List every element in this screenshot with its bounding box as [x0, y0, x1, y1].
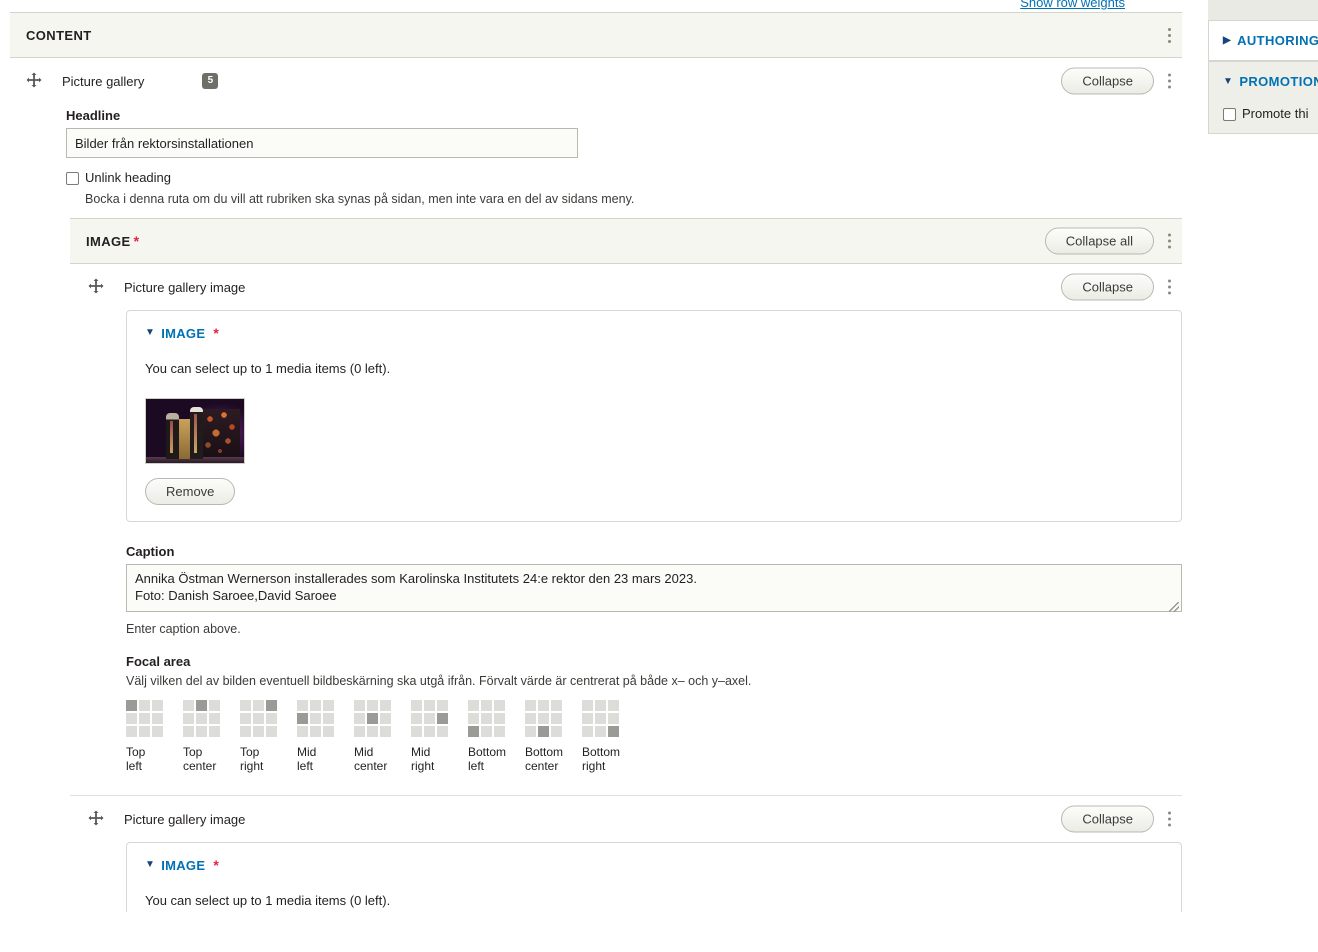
- drag-handle-icon[interactable]: [26, 72, 44, 90]
- focal-option-grid-icon: [468, 700, 508, 737]
- sidebar-top-spacer: [1208, 0, 1318, 20]
- gallery-item-1-label: Picture gallery image: [124, 279, 246, 295]
- sidebar-panel-promotion[interactable]: ▼ PROMOTION Promote thi: [1208, 61, 1318, 134]
- item-2-image-required-marker: *: [213, 857, 220, 873]
- item-1-caption-label: Caption: [126, 544, 175, 559]
- item-1-caption-group: Caption Enter caption above.: [126, 544, 1182, 636]
- focal-option-label: Bottom center: [525, 745, 564, 773]
- gallery-item-2-kebab-icon[interactable]: [1160, 806, 1178, 832]
- unlink-heading-label: Unlink heading: [85, 170, 172, 185]
- focal-area-label: Focal area: [126, 654, 191, 669]
- focal-area-description: Välj vilken del av bilden eventuell bild…: [126, 674, 752, 688]
- collapse-all-button[interactable]: Collapse all: [1044, 227, 1154, 255]
- image-section-title: IMAGE: [86, 233, 131, 249]
- sidebar-authoring-title-row[interactable]: ▶ AUTHORING: [1223, 33, 1318, 48]
- focal-option-label: Mid center: [354, 745, 388, 773]
- sidebar-panel-authoring[interactable]: ▶ AUTHORING: [1208, 20, 1318, 61]
- focal-option-label: Top center: [183, 745, 217, 773]
- sidebar-authoring-title: AUTHORING: [1237, 33, 1318, 48]
- item-2-image-legend[interactable]: ▼ IMAGE *: [145, 857, 1163, 873]
- collapse-button-item-2[interactable]: Collapse: [1061, 805, 1154, 833]
- page-root: Show row weights CONTENT Picture gallery…: [0, 0, 1318, 952]
- unlink-heading-checkbox[interactable]: [66, 172, 79, 185]
- content-section-header: CONTENT: [10, 12, 1182, 58]
- focal-option-label: Mid right: [411, 745, 435, 773]
- content-section-title: CONTENT: [26, 27, 92, 43]
- unlink-heading-row: Unlink heading: [66, 170, 1182, 185]
- headline-label: Headline: [66, 108, 121, 123]
- remove-button-item-1[interactable]: Remove: [145, 478, 236, 505]
- focal-option-top-left[interactable]: Top left: [126, 700, 166, 773]
- gallery-item-1: Picture gallery image Collapse ▼ IMAGE *…: [70, 264, 1182, 773]
- collapse-button-picture-gallery[interactable]: Collapse: [1061, 67, 1154, 95]
- promote-label: Promote thi: [1242, 106, 1309, 121]
- collapse-button-item-1[interactable]: Collapse: [1061, 273, 1154, 301]
- headline-input[interactable]: [66, 128, 578, 158]
- gallery-item-1-row: Picture gallery image Collapse: [70, 264, 1182, 310]
- sidebar-promotion-title: PROMOTION: [1239, 74, 1318, 89]
- triangle-down-icon[interactable]: ▼: [145, 328, 155, 338]
- image-section-header: IMAGE * Collapse all: [70, 218, 1182, 264]
- drag-handle-icon[interactable]: [88, 278, 106, 296]
- item-1-image-fieldset: ▼ IMAGE * You can select up to 1 media i…: [126, 310, 1182, 522]
- right-sidebar: ▶ AUTHORING ▼ PROMOTION Promote thi: [1208, 0, 1318, 134]
- focal-option-mid-left[interactable]: Mid left: [297, 700, 337, 773]
- gallery-item-2-row: Picture gallery image Collapse: [70, 796, 1182, 842]
- item-1-image-legend[interactable]: ▼ IMAGE *: [145, 325, 1163, 341]
- focal-option-grid-icon: [525, 700, 565, 737]
- focal-option-grid-icon: [354, 700, 394, 737]
- item-1-caption-textarea[interactable]: [126, 564, 1182, 612]
- sidebar-promotion-title-row[interactable]: ▼ PROMOTION: [1223, 74, 1318, 89]
- focal-option-grid-icon: [240, 700, 280, 737]
- item-1-thumbnail[interactable]: [145, 398, 245, 464]
- main-content-column: CONTENT Picture gallery 5 Collapse Headl…: [10, 12, 1182, 912]
- focal-area-options: Top left Top center Top right Mid left Mid center…: [126, 700, 1182, 773]
- headline-field-group: Headline Unlink heading Bocka i denna ru…: [10, 108, 1182, 206]
- item-2-image-legend-text: IMAGE: [161, 857, 206, 873]
- item-1-image-legend-text: IMAGE: [161, 325, 206, 341]
- focal-option-label: Bottom right: [582, 745, 621, 773]
- focal-option-grid-icon: [297, 700, 337, 737]
- focal-option-grid-icon: [582, 700, 622, 737]
- drag-handle-icon[interactable]: [88, 810, 106, 828]
- item-1-focal-area-group: Focal area Välj vilken del av bilden eve…: [126, 654, 1182, 773]
- promote-checkbox[interactable]: [1223, 108, 1236, 121]
- item-1-image-required-marker: *: [213, 325, 220, 341]
- focal-option-mid-center[interactable]: Mid center: [354, 700, 394, 773]
- focal-option-mid-right[interactable]: Mid right: [411, 700, 451, 773]
- focal-option-top-right[interactable]: Top right: [240, 700, 280, 773]
- focal-option-grid-icon: [183, 700, 223, 737]
- sidebar-promote-row: Promote thi: [1223, 106, 1318, 121]
- item-2-image-fieldset: ▼ IMAGE * You can select up to 1 media i…: [126, 842, 1182, 912]
- focal-option-top-center[interactable]: Top center: [183, 700, 223, 773]
- focal-option-bottom-right[interactable]: Bottom right: [582, 700, 622, 773]
- paragraph-label: Picture gallery: [62, 73, 145, 89]
- gallery-item-2-label: Picture gallery image: [124, 811, 246, 827]
- focal-option-label: Top right: [240, 745, 264, 773]
- focal-option-grid-icon: [126, 700, 166, 737]
- focal-option-bottom-center[interactable]: Bottom center: [525, 700, 565, 773]
- focal-option-label: Bottom left: [468, 745, 507, 773]
- image-section-kebab-icon[interactable]: [1160, 228, 1178, 254]
- show-row-weights-link[interactable]: Show row weights: [1020, 0, 1125, 10]
- content-section-kebab-icon[interactable]: [1160, 22, 1178, 48]
- item-1-caption-description: Enter caption above.: [126, 622, 241, 636]
- image-section-required-marker: *: [133, 233, 140, 249]
- focal-option-grid-icon: [411, 700, 451, 737]
- focal-option-label: Mid left: [297, 745, 317, 773]
- unlink-heading-description: Bocka i denna ruta om du vill att rubrik…: [85, 192, 635, 206]
- triangle-right-icon[interactable]: ▶: [1223, 35, 1231, 46]
- triangle-down-icon[interactable]: ▼: [145, 860, 155, 870]
- focal-option-label: Top left: [126, 745, 146, 773]
- item-2-media-note: You can select up to 1 media items (0 le…: [145, 893, 391, 908]
- gallery-item-2: Picture gallery image Collapse ▼ IMAGE *…: [70, 795, 1182, 912]
- paragraph-kebab-icon[interactable]: [1160, 68, 1178, 94]
- triangle-down-icon[interactable]: ▼: [1223, 76, 1233, 87]
- item-1-media-note: You can select up to 1 media items (0 le…: [145, 361, 391, 376]
- paragraph-row-picture-gallery: Picture gallery 5 Collapse: [10, 58, 1182, 104]
- focal-option-bottom-left[interactable]: Bottom left: [468, 700, 508, 773]
- gallery-item-1-kebab-icon[interactable]: [1160, 274, 1178, 300]
- paragraph-count-badge: 5: [202, 73, 219, 89]
